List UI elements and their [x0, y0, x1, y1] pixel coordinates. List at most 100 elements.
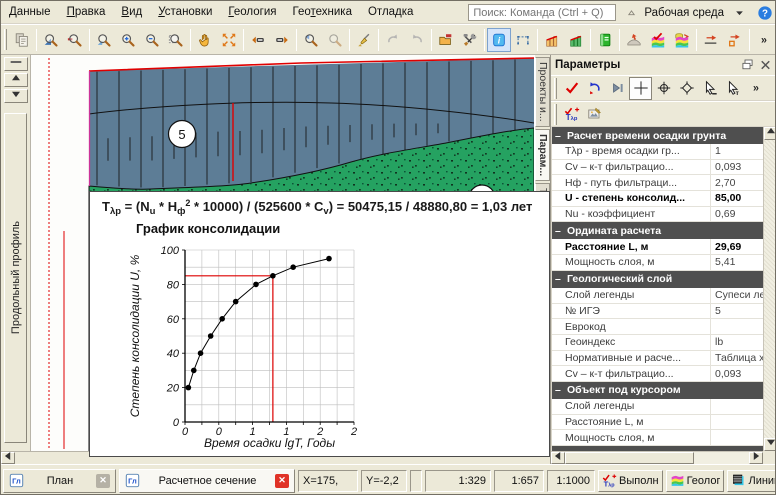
param-value[interactable]: 0,69: [711, 207, 763, 222]
param-value[interactable]: [711, 399, 763, 414]
param-value[interactable]: 5: [711, 304, 763, 319]
menu-item-2[interactable]: Вид: [113, 4, 150, 20]
help-button[interactable]: ?: [755, 3, 774, 22]
scroll-down-button[interactable]: [4, 89, 28, 103]
tab-longitudinal-profile[interactable]: Продольный профиль: [4, 113, 27, 443]
refresh-brush-button[interactable]: [352, 28, 376, 52]
grid-scroll-down-button[interactable]: [764, 438, 776, 451]
preview-image-button[interactable]: [583, 103, 606, 126]
zoom-out-button[interactable]: [140, 28, 164, 52]
undo-button[interactable]: [381, 28, 405, 52]
overflow-button[interactable]: »: [752, 28, 776, 52]
dropdown-arrow-icon[interactable]: [732, 5, 747, 20]
paste-button[interactable]: [10, 28, 34, 52]
search-expand-icon[interactable]: [624, 5, 639, 20]
param-row[interactable]: Нф - путь фильтраци...2,70: [552, 175, 763, 191]
cursor-minus-button[interactable]: [698, 77, 721, 100]
param-row[interactable]: Еврокод: [552, 319, 763, 335]
zoom-realtime-button[interactable]: [92, 28, 116, 52]
center-target-button[interactable]: [652, 77, 675, 100]
zoom-rect-button[interactable]: [39, 28, 63, 52]
param-row[interactable]: Слой легендыСупеси лес: [552, 288, 763, 304]
section-header[interactable]: –Расчет времени осадки грунта: [552, 127, 763, 144]
info-mode-button[interactable]: i: [487, 28, 511, 52]
param-row[interactable]: Нормативные и расче...Таблица ха: [552, 351, 763, 367]
float-panel-button[interactable]: [740, 58, 755, 73]
apply-check-button[interactable]: [560, 77, 583, 100]
param-row[interactable]: U - степень консолид...85,00: [552, 191, 763, 207]
param-row[interactable]: Расстояние L, м29,69: [552, 239, 763, 255]
menu-item-1[interactable]: Правка: [59, 4, 114, 20]
param-row[interactable]: Тλр - время осадки гр...1: [552, 144, 763, 160]
section-header[interactable]: –Ордината расчета: [552, 222, 763, 239]
cursor-t-button[interactable]: т: [721, 77, 744, 100]
param-value[interactable]: Супеси лес: [711, 288, 763, 303]
layers-check-button[interactable]: [646, 28, 670, 52]
param-value[interactable]: 2,70: [711, 175, 763, 190]
zoom-window-button[interactable]: [164, 28, 188, 52]
close-panel-button[interactable]: [758, 58, 773, 73]
tab-close-button[interactable]: ✕: [96, 474, 110, 488]
grid-hscroll-thumb[interactable]: [565, 452, 694, 464]
menu-item-6[interactable]: Отладка: [360, 4, 421, 20]
redo-button[interactable]: [405, 28, 429, 52]
menu-item-3[interactable]: Установки: [150, 4, 220, 20]
tab-close-button[interactable]: ✕: [275, 474, 289, 488]
bounds-button[interactable]: [511, 28, 535, 52]
next-screen-button[interactable]: [270, 28, 294, 52]
grid-scroll-right-button[interactable]: [749, 452, 763, 464]
toolbar-handle[interactable]: [4, 29, 7, 50]
param-value[interactable]: [711, 319, 763, 334]
tlr-calc-button[interactable]: Тλр: [560, 103, 583, 126]
status-button-линии[interactable]: Линии: [727, 470, 776, 492]
toolbar-handle[interactable]: [554, 104, 557, 125]
param-value[interactable]: 5,41: [711, 255, 763, 270]
param-value[interactable]: [711, 430, 763, 445]
menu-item-5[interactable]: Геотехника: [284, 4, 360, 20]
grid-scroll-up-button[interactable]: [764, 127, 776, 140]
pan-button[interactable]: [193, 28, 217, 52]
side-tab-0[interactable]: Проекты и...: [535, 57, 550, 127]
next-step-button[interactable]: [606, 77, 629, 100]
layers-export-button[interactable]: [670, 28, 694, 52]
param-row[interactable]: Слой легенды: [552, 399, 763, 415]
param-row[interactable]: Расстояние L, м: [552, 415, 763, 431]
zoom-in-button[interactable]: [116, 28, 140, 52]
param-row[interactable]: № ИГЭ5: [552, 304, 763, 320]
workspace-menu[interactable]: Рабочая среда: [644, 7, 724, 19]
param-row[interactable]: Мощность слоя, м: [552, 430, 763, 446]
diamond-target-button[interactable]: [675, 77, 698, 100]
collapse-icon[interactable]: –: [555, 273, 563, 285]
param-value[interactable]: 29,69: [711, 239, 763, 254]
param-row[interactable]: Геоиндексlb: [552, 335, 763, 351]
side-tab-1[interactable]: Парам...: [535, 129, 550, 181]
collapse-icon[interactable]: –: [555, 130, 563, 142]
param-value[interactable]: lb: [711, 335, 763, 350]
toolbar-handle[interactable]: [554, 78, 557, 99]
open-settings-button[interactable]: [434, 28, 458, 52]
zoom-dynamic-button[interactable]: [63, 28, 87, 52]
section-header[interactable]: –Геологический слой: [552, 271, 763, 288]
param-value[interactable]: [711, 415, 763, 430]
param-value[interactable]: 0,093: [711, 366, 763, 381]
status-button-геолог[interactable]: Геолог: [666, 470, 725, 492]
section-header[interactable]: –Объект под курсором: [552, 382, 763, 399]
overflow-button[interactable]: »: [744, 77, 767, 100]
tools-button[interactable]: [458, 28, 482, 52]
grid-hscrollbar[interactable]: [551, 451, 763, 464]
view-tab-1[interactable]: ГлРасчетное сечение✕: [119, 469, 295, 493]
profile-chart-button[interactable]: [540, 28, 564, 52]
param-row[interactable]: Nu - коэффициент0,69: [552, 207, 763, 223]
crosshair-mode-button[interactable]: [629, 77, 652, 100]
zoom-next-button[interactable]: [323, 28, 347, 52]
grid-vscrollbar[interactable]: [763, 127, 776, 451]
fit-extents-button[interactable]: [217, 28, 241, 52]
param-value[interactable]: 0,093: [711, 160, 763, 175]
param-row[interactable]: Cv – к-т фильтрацио...0,093: [552, 160, 763, 176]
surface-update-button[interactable]: [622, 28, 646, 52]
view-tab-0[interactable]: ГлПлан✕: [3, 469, 116, 493]
collapse-icon[interactable]: –: [555, 225, 563, 237]
zoom-prev-button[interactable]: [299, 28, 323, 52]
scroll-left-button[interactable]: [1, 452, 15, 464]
menu-item-0[interactable]: Данные: [1, 4, 59, 20]
